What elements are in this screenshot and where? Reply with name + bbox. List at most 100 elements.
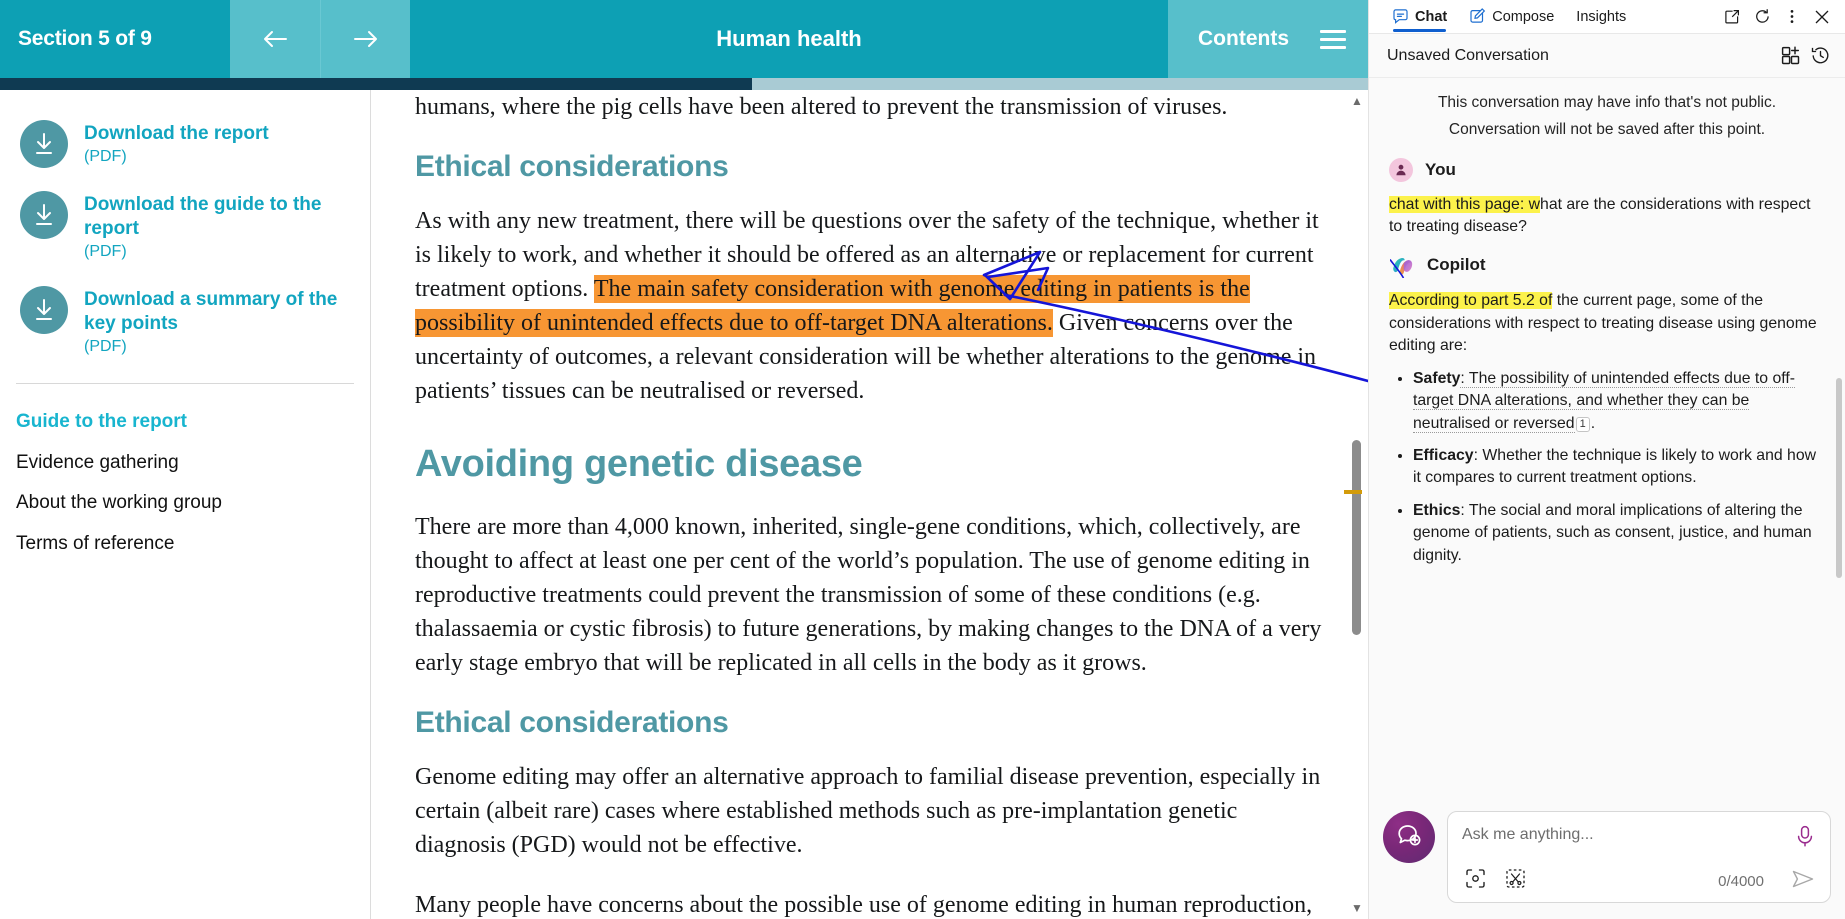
send-icon bbox=[1791, 869, 1815, 894]
section-heading-ethical-considerations-1: Ethical considerations bbox=[415, 150, 729, 184]
microphone-button[interactable] bbox=[1792, 825, 1818, 851]
bullet-text: : Whether the technique is likely to wor… bbox=[1413, 447, 1817, 487]
bullet-term: Ethics bbox=[1413, 501, 1461, 519]
tab-compose[interactable]: Compose bbox=[1458, 0, 1565, 34]
sidebar-item-terms-of-reference[interactable]: Terms of reference bbox=[16, 524, 350, 565]
more-options-button[interactable] bbox=[1777, 2, 1807, 32]
app-root: Section 5 of 9 Human health Contents Dow… bbox=[0, 0, 1845, 919]
reading-progress-fill bbox=[0, 78, 753, 90]
user-message-body: chat with this page: what are the consid… bbox=[1389, 194, 1825, 239]
copilot-logo-icon bbox=[1389, 252, 1415, 278]
copilot-panel: Chat Compose Insights Unsaved Conversati… bbox=[1368, 0, 1845, 919]
assistant-message-header: Copilot bbox=[1389, 252, 1825, 278]
arrow-right-icon bbox=[352, 29, 380, 49]
highlight-position-marker bbox=[1344, 490, 1362, 494]
plugins-button[interactable] bbox=[1775, 41, 1805, 71]
section-heading-ethical-considerations-2: Ethical considerations bbox=[415, 705, 729, 739]
bullet-term: Efficacy bbox=[1413, 447, 1474, 464]
assistant-name: Copilot bbox=[1427, 255, 1486, 275]
download-icon bbox=[20, 120, 68, 168]
sidebar-item-guide-to-the-report[interactable]: Guide to the report bbox=[16, 402, 350, 443]
more-options-icon bbox=[1789, 8, 1795, 25]
bullet-term: Safety bbox=[1413, 369, 1461, 387]
user-name: You bbox=[1425, 159, 1456, 179]
refresh-icon bbox=[1754, 8, 1771, 25]
download-link-format: (PDF) bbox=[84, 338, 127, 356]
list-item: Efficacy: Whether the technique is likel… bbox=[1413, 445, 1825, 490]
section-indicator: Section 5 of 9 bbox=[18, 27, 152, 50]
compose-pencil-icon bbox=[1469, 8, 1486, 25]
next-section-button[interactable] bbox=[320, 0, 410, 78]
visual-search-icon bbox=[1465, 868, 1486, 894]
visual-search-button[interactable] bbox=[1462, 868, 1488, 894]
download-guide-link[interactable]: Download the guide to the report (PDF) bbox=[0, 183, 370, 272]
sidebar-nav: Guide to the report Evidence gathering A… bbox=[0, 384, 370, 565]
paragraph-clipped: humans, where the pig cells have been al… bbox=[415, 94, 1228, 120]
download-link-title: Download the report bbox=[84, 123, 269, 144]
hamburger-menu-icon[interactable] bbox=[1320, 29, 1346, 49]
paragraph-genetic-conditions: There are more than 4,000 known, inherit… bbox=[415, 513, 1322, 676]
download-icon bbox=[20, 285, 68, 334]
tab-chat[interactable]: Chat bbox=[1381, 0, 1458, 34]
compose-area: 0/4000 bbox=[1369, 801, 1845, 919]
history-clock-icon bbox=[1811, 46, 1830, 65]
compose-toolbar: 0/4000 bbox=[1462, 862, 1818, 894]
reading-progress-bar bbox=[0, 78, 1368, 90]
tab-chat-label: Chat bbox=[1415, 8, 1448, 25]
chat-input[interactable] bbox=[1462, 822, 1792, 854]
chat-scrollbar-thumb[interactable] bbox=[1836, 378, 1842, 578]
sidebar-item-about-the-working-group[interactable]: About the working group bbox=[16, 483, 350, 524]
download-summary-link[interactable]: Download a summary of the key points (PD… bbox=[0, 278, 370, 367]
chat-input-row bbox=[1462, 822, 1818, 854]
tab-insights[interactable]: Insights bbox=[1565, 0, 1637, 34]
list-item: Ethics: The social and moral implication… bbox=[1413, 500, 1825, 567]
download-link-title: Download a summary of the key points bbox=[84, 288, 338, 335]
open-in-new-window-icon bbox=[1724, 9, 1740, 25]
download-link-title: Download the guide to the report bbox=[84, 193, 322, 240]
arrow-left-icon bbox=[261, 29, 289, 49]
screenshot-snip-icon bbox=[1505, 868, 1526, 894]
reader-header: Section 5 of 9 Human health Contents bbox=[0, 0, 1368, 78]
document-scrollbar[interactable] bbox=[1344, 90, 1362, 919]
document-scrollbar-thumb[interactable] bbox=[1352, 440, 1361, 635]
copilot-tab-bar: Chat Compose Insights bbox=[1369, 0, 1845, 34]
tab-insights-label: Insights bbox=[1576, 8, 1627, 25]
section-heading-avoiding-genetic-disease: Avoiding genetic disease bbox=[415, 442, 863, 485]
paragraph-pgd: Genome editing may offer an alternative … bbox=[415, 763, 1321, 859]
tab-compose-label: Compose bbox=[1492, 8, 1555, 25]
list-item: Safety: The possibility of unintended ef… bbox=[1413, 368, 1825, 435]
citation-badge[interactable]: 1 bbox=[1575, 416, 1590, 432]
assistant-bullet-list: Safety: The possibility of unintended ef… bbox=[1389, 368, 1825, 567]
new-chat-button[interactable] bbox=[1383, 811, 1435, 863]
assistant-message: Copilot According to part 5.2 of the cur… bbox=[1389, 252, 1825, 567]
assistant-intro-highlight: According to part 5.2 of bbox=[1389, 292, 1553, 310]
previous-section-button[interactable] bbox=[230, 0, 320, 78]
close-button[interactable] bbox=[1807, 2, 1837, 32]
scroll-up-arrow-icon[interactable]: ▲ bbox=[1349, 93, 1365, 109]
sidebar-item-evidence-gathering[interactable]: Evidence gathering bbox=[16, 443, 350, 484]
user-message-highlight: chat with this page: w bbox=[1389, 195, 1541, 213]
open-in-new-window-button[interactable] bbox=[1717, 2, 1747, 32]
character-counter: 0/4000 bbox=[1718, 872, 1764, 890]
chat-input-container[interactable]: 0/4000 bbox=[1447, 811, 1831, 903]
download-link-format: (PDF) bbox=[84, 243, 127, 261]
plugins-grid-icon bbox=[1781, 46, 1800, 65]
page-title: Human health bbox=[716, 26, 862, 51]
screenshot-snip-button[interactable] bbox=[1502, 868, 1528, 894]
report-reader: Section 5 of 9 Human health Contents Dow… bbox=[0, 0, 1368, 919]
download-report-link[interactable]: Download the report (PDF) bbox=[0, 112, 370, 177]
history-button[interactable] bbox=[1805, 41, 1835, 71]
send-button[interactable] bbox=[1788, 868, 1818, 894]
user-message: You chat with this page: what are the co… bbox=[1389, 157, 1825, 239]
new-chat-icon bbox=[1395, 821, 1423, 854]
contents-button[interactable]: Contents bbox=[1168, 0, 1368, 78]
document-viewport: humans, where the pig cells have been al… bbox=[371, 90, 1368, 919]
person-icon bbox=[1389, 157, 1413, 182]
microphone-icon bbox=[1795, 825, 1815, 852]
contents-label: Contents bbox=[1198, 27, 1289, 50]
refresh-button[interactable] bbox=[1747, 2, 1777, 32]
paragraph-safety: As with any new treatment, there will be… bbox=[415, 204, 1328, 408]
chat-scroll-area[interactable]: This conversation may have info that's n… bbox=[1369, 78, 1845, 801]
download-icon bbox=[20, 190, 68, 239]
scroll-down-arrow-icon[interactable]: ▼ bbox=[1349, 900, 1365, 916]
